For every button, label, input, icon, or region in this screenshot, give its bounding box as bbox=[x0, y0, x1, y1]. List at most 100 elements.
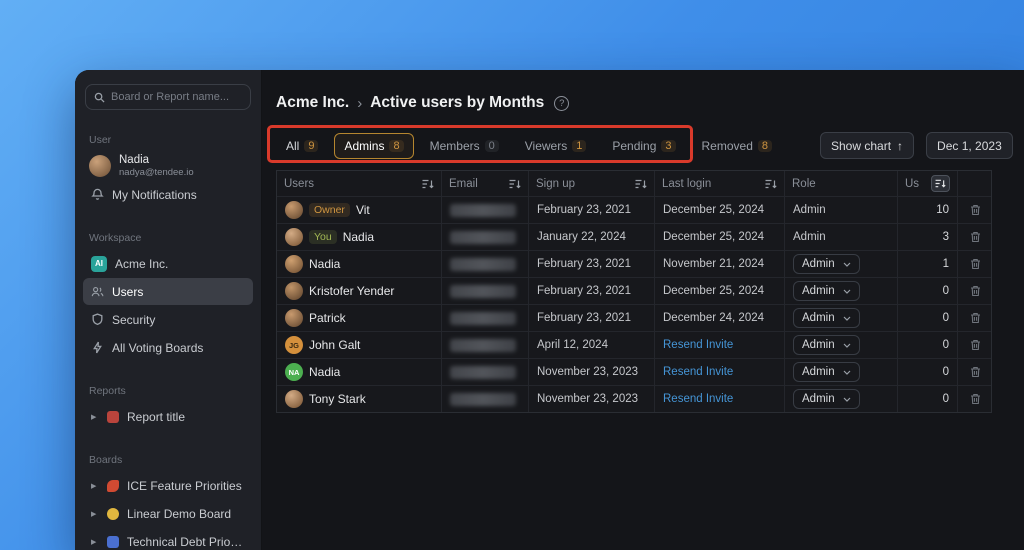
sidebar-item-label: Users bbox=[112, 285, 143, 299]
signup-date: February 23, 2021 bbox=[529, 251, 655, 277]
sidebar-item-users[interactable]: Users bbox=[83, 278, 253, 305]
sidebar-item-label: Report title bbox=[127, 410, 185, 424]
sidebar-item-security[interactable]: Security bbox=[83, 306, 253, 333]
chevron-down-icon bbox=[843, 370, 851, 375]
usage-count: 0 bbox=[898, 305, 958, 331]
sidebar-item-board-linear[interactable]: ▶ Linear Demo Board bbox=[83, 500, 253, 527]
role-dropdown[interactable]: Admin bbox=[793, 281, 860, 301]
trash-icon[interactable] bbox=[970, 339, 981, 351]
help-icon[interactable]: ? bbox=[554, 96, 569, 111]
trash-icon[interactable] bbox=[970, 312, 981, 324]
shield-icon bbox=[91, 313, 104, 326]
sidebar-item-report-title[interactable]: ▶ Report title bbox=[83, 403, 253, 430]
current-user[interactable]: Nadia nadya@tendee.io bbox=[75, 152, 261, 180]
role-dropdown[interactable]: Admin bbox=[793, 254, 860, 274]
pepper-icon bbox=[107, 480, 119, 492]
avatar bbox=[285, 390, 303, 408]
signup-date: November 23, 2023 bbox=[529, 359, 655, 385]
tab-removed[interactable]: Removed 8 bbox=[692, 133, 782, 159]
search-placeholder: Board or Report name... bbox=[111, 91, 229, 103]
redacted-email bbox=[450, 231, 516, 244]
table-header: Users Email Sign up Last login bbox=[277, 171, 991, 196]
avatar bbox=[285, 309, 303, 327]
tab-members[interactable]: Members 0 bbox=[420, 133, 509, 159]
user-name: Nadia bbox=[119, 154, 194, 166]
sidebar-item-label: Acme Inc. bbox=[115, 257, 168, 271]
sort-icon[interactable] bbox=[509, 179, 521, 189]
last-login-date: December 25, 2024 bbox=[655, 197, 785, 223]
user-name: Nadia bbox=[343, 230, 374, 244]
trash-icon[interactable] bbox=[970, 366, 981, 378]
trash-icon[interactable] bbox=[970, 231, 981, 243]
tab-admins[interactable]: Admins 8 bbox=[334, 133, 413, 159]
table-row: NANadia November 23, 2023 Resend Invite … bbox=[277, 358, 991, 385]
breadcrumb-workspace[interactable]: Acme Inc. bbox=[276, 94, 349, 112]
avatar bbox=[285, 201, 303, 219]
role-dropdown[interactable]: Admin bbox=[793, 335, 860, 355]
user-name: Tony Stark bbox=[309, 392, 366, 406]
breadcrumb: Acme Inc. › Active users by Months ? bbox=[276, 94, 569, 112]
expander-icon[interactable]: ▶ bbox=[91, 538, 99, 546]
last-login-date: November 21, 2024 bbox=[655, 251, 785, 277]
last-login-date: December 25, 2024 bbox=[655, 224, 785, 250]
trash-icon[interactable] bbox=[970, 258, 981, 270]
user-name: John Galt bbox=[309, 338, 360, 352]
avatar-initials: NA bbox=[285, 363, 303, 381]
sort-icon[interactable] bbox=[765, 179, 777, 189]
role-text: Admin bbox=[785, 197, 898, 223]
col-usage: Us bbox=[898, 171, 958, 196]
sidebar-item-board-techdebt[interactable]: ▶ Technical Debt Priori... bbox=[83, 528, 253, 550]
role-dropdown[interactable]: Admin bbox=[793, 362, 860, 382]
chevron-down-icon bbox=[843, 262, 851, 267]
user-name: Vit bbox=[356, 203, 370, 217]
usage-count: 0 bbox=[898, 386, 958, 412]
voting-icon bbox=[91, 341, 104, 354]
user-name: Patrick bbox=[309, 311, 346, 325]
resend-invite-link[interactable]: Resend Invite bbox=[663, 339, 733, 351]
trash-icon[interactable] bbox=[970, 285, 981, 297]
sidebar-item-board-ice[interactable]: ▶ ICE Feature Priorities bbox=[83, 472, 253, 499]
bulb-icon bbox=[107, 508, 119, 520]
expander-icon[interactable]: ▶ bbox=[91, 510, 99, 518]
expander-icon[interactable]: ▶ bbox=[91, 482, 99, 490]
signup-date: November 23, 2023 bbox=[529, 386, 655, 412]
resend-invite-link[interactable]: Resend Invite bbox=[663, 366, 733, 378]
tab-viewers[interactable]: Viewers 1 bbox=[515, 133, 597, 159]
col-users: Users bbox=[277, 171, 442, 196]
col-last-login: Last login bbox=[655, 171, 785, 196]
date-start-picker[interactable]: Dec 1, 2023 bbox=[926, 132, 1013, 159]
chevron-down-icon bbox=[843, 397, 851, 402]
sort-icon[interactable] bbox=[422, 179, 434, 189]
role-dropdown[interactable]: Admin bbox=[793, 389, 860, 409]
sidebar-item-notifications[interactable]: My Notifications bbox=[83, 181, 253, 208]
sort-active-icon[interactable] bbox=[931, 175, 950, 192]
signup-date: February 23, 2021 bbox=[529, 305, 655, 331]
sidebar-item-label: Linear Demo Board bbox=[127, 507, 231, 521]
report-icon bbox=[107, 411, 119, 423]
toolbar: Show chart ↑ Dec 1, 2023 Dec bbox=[820, 132, 1024, 159]
show-chart-button[interactable]: Show chart ↑ bbox=[820, 132, 914, 159]
table-row: Nadia February 23, 2021 November 21, 202… bbox=[277, 250, 991, 277]
sort-icon[interactable] bbox=[635, 179, 647, 189]
chevron-down-icon bbox=[843, 289, 851, 294]
sidebar-item-voting-boards[interactable]: All Voting Boards bbox=[83, 334, 253, 361]
table-row: Patrick February 23, 2021 December 24, 2… bbox=[277, 304, 991, 331]
tab-pending[interactable]: Pending 3 bbox=[602, 133, 685, 159]
trash-icon[interactable] bbox=[970, 204, 981, 216]
tab-count-badge: 1 bbox=[572, 140, 586, 152]
signup-date: February 23, 2021 bbox=[529, 197, 655, 223]
resend-invite-link[interactable]: Resend Invite bbox=[663, 393, 733, 405]
sidebar-item-workspace[interactable]: AI Acme Inc. bbox=[83, 250, 253, 277]
search-input[interactable]: Board or Report name... bbox=[85, 84, 251, 110]
tab-all[interactable]: All 9 bbox=[276, 133, 328, 159]
redacted-email bbox=[450, 339, 516, 352]
tab-count-badge: 8 bbox=[758, 140, 772, 152]
role-text: Admin bbox=[785, 224, 898, 250]
avatar bbox=[285, 228, 303, 246]
trash-icon[interactable] bbox=[970, 393, 981, 405]
avatar bbox=[285, 282, 303, 300]
signup-date: February 23, 2021 bbox=[529, 278, 655, 304]
role-dropdown[interactable]: Admin bbox=[793, 308, 860, 328]
page-title: Active users by Months bbox=[370, 94, 544, 112]
expander-icon[interactable]: ▶ bbox=[91, 413, 99, 421]
